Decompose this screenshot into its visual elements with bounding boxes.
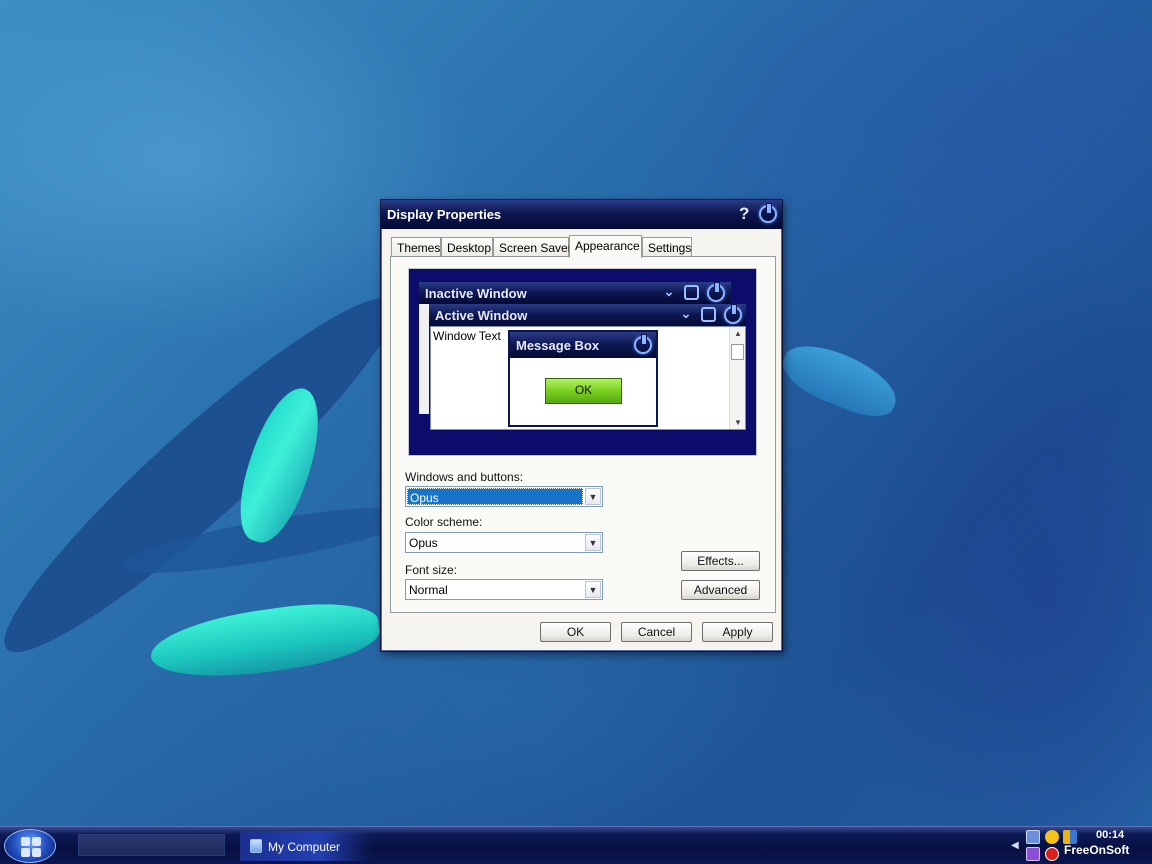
power-icon[interactable]	[759, 203, 777, 223]
display-properties-dialog: Display Properties ? Themes Desktop Scre…	[380, 199, 783, 652]
appearance-panel: Inactive Window ⌄ Active Window ⌄ Window…	[390, 256, 776, 613]
chevron-down-icon[interactable]: ▼	[585, 534, 601, 551]
minimize-icon: ⌄	[663, 284, 675, 299]
preview-scrollbar: ▲ ▼	[729, 327, 745, 429]
tab-screen-saver[interactable]: Screen Saver	[493, 237, 572, 257]
chevron-down-icon[interactable]: ▼	[585, 581, 601, 598]
app-tray-icon[interactable]	[1026, 847, 1040, 861]
start-button[interactable]	[4, 829, 56, 863]
color-scheme-label: Color scheme:	[405, 515, 483, 529]
wallpaper-bud	[775, 334, 905, 426]
scroll-up-icon: ▲	[734, 329, 742, 338]
power-icon	[634, 334, 652, 354]
active-window-title: Active Window	[435, 308, 528, 323]
inactive-window-titlebar: Inactive Window ⌄	[419, 282, 731, 304]
tab-appearance[interactable]: Appearance	[569, 235, 642, 258]
scroll-down-icon: ▼	[734, 418, 742, 427]
active-window-titlebar: Active Window ⌄	[429, 304, 746, 326]
wallpaper-bud	[146, 594, 384, 688]
effects-button[interactable]: Effects...	[681, 551, 760, 571]
apply-button[interactable]: Apply	[702, 622, 773, 642]
dialog-title: Display Properties	[387, 207, 502, 222]
font-size-value: Normal	[409, 583, 448, 597]
font-size-label: Font size:	[405, 563, 458, 577]
dialog-titlebar[interactable]: Display Properties ?	[381, 200, 782, 229]
power-icon	[724, 304, 742, 324]
blocked-icon[interactable]	[1045, 847, 1059, 861]
power-icon	[707, 282, 725, 302]
brand-label: FreeOnSoft	[1064, 843, 1130, 857]
message-box-titlebar: Message Box	[510, 332, 656, 358]
minimize-icon: ⌄	[680, 306, 692, 321]
ok-button[interactable]: OK	[540, 622, 611, 642]
tab-desktop[interactable]: Desktop	[441, 237, 493, 257]
advanced-button[interactable]: Advanced	[681, 580, 760, 600]
emoticon-icon[interactable]	[1045, 830, 1059, 844]
tab-themes[interactable]: Themes	[391, 237, 441, 257]
shield-icon[interactable]	[1063, 830, 1077, 844]
message-box-preview: Message Box OK	[508, 330, 658, 427]
font-size-select[interactable]: Normal ▼	[405, 579, 603, 600]
help-button[interactable]: ?	[739, 204, 749, 224]
scroll-thumb	[731, 344, 744, 360]
taskbar-item-label: My Computer	[268, 840, 341, 854]
tray-expand-icon[interactable]: ◀	[1011, 840, 1019, 851]
message-box-ok-button: OK	[545, 378, 622, 404]
taskbar: My Computer ◀ 00:14 FreeOnSoft	[0, 826, 1152, 864]
maximize-icon	[684, 285, 699, 300]
chevron-down-icon[interactable]: ▼	[585, 488, 601, 505]
windows-logo-icon	[21, 837, 41, 857]
quick-launch-area[interactable]	[78, 834, 225, 856]
windows-buttons-label: Windows and buttons:	[405, 470, 524, 484]
computer-icon	[250, 839, 262, 853]
color-scheme-select[interactable]: Opus ▼	[405, 532, 603, 553]
maximize-icon	[701, 307, 716, 322]
network-icon[interactable]	[1026, 830, 1040, 844]
window-text: Window Text	[433, 329, 501, 343]
clock[interactable]: 00:14	[1096, 829, 1124, 841]
appearance-preview: Inactive Window ⌄ Active Window ⌄ Window…	[408, 268, 757, 456]
inactive-window-title: Inactive Window	[425, 286, 527, 301]
windows-buttons-select[interactable]: Opus ▼	[405, 486, 603, 507]
color-scheme-value: Opus	[409, 536, 438, 550]
message-box-title: Message Box	[516, 338, 600, 353]
tab-settings[interactable]: Settings	[642, 237, 692, 257]
windows-buttons-value: Opus	[407, 488, 583, 505]
taskbar-item-my-computer[interactable]: My Computer	[240, 831, 372, 861]
inactive-window-body	[419, 304, 429, 414]
cancel-button[interactable]: Cancel	[621, 622, 692, 642]
